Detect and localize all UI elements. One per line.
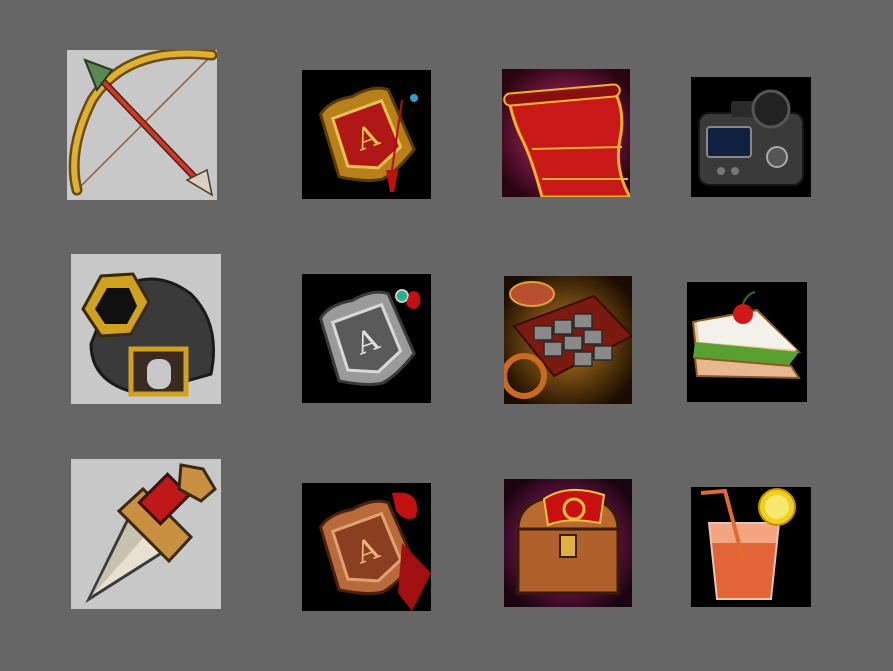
stone-cart-tile[interactable] xyxy=(504,276,632,404)
bow-and-arrow-icon xyxy=(68,50,217,197)
cannon-icon xyxy=(81,272,215,397)
bronze-token-pendant-tile[interactable]: A xyxy=(302,483,431,611)
stone-cart-icon xyxy=(504,276,632,404)
silver-token-pendant-icon: A xyxy=(318,289,421,386)
treasure-chest-icon xyxy=(504,479,632,607)
camera-icon xyxy=(698,89,804,186)
red-scroll-icon xyxy=(502,69,630,197)
cannon-tile[interactable] xyxy=(71,254,221,404)
camera-tile[interactable] xyxy=(691,77,811,197)
sandwich-icon xyxy=(691,291,802,380)
dagger-tile[interactable] xyxy=(71,459,221,609)
sandwich-tile[interactable] xyxy=(687,282,807,402)
gold-token-pendant-tile[interactable]: A xyxy=(302,70,431,199)
orange-juice-tile[interactable] xyxy=(691,487,811,607)
red-scroll-tile[interactable] xyxy=(502,69,630,197)
gold-token-pendant-icon: A xyxy=(318,86,418,192)
dagger-icon xyxy=(85,463,217,604)
orange-juice-icon xyxy=(700,488,796,600)
silver-token-pendant-tile[interactable]: A xyxy=(302,274,431,403)
treasure-chest-tile[interactable] xyxy=(504,479,632,607)
bow-and-arrow-tile[interactable] xyxy=(67,50,217,200)
icon-sheet: { "sheet": { "background": "#666666", "r… xyxy=(0,0,893,671)
bronze-token-pendant-icon: A xyxy=(318,492,431,611)
